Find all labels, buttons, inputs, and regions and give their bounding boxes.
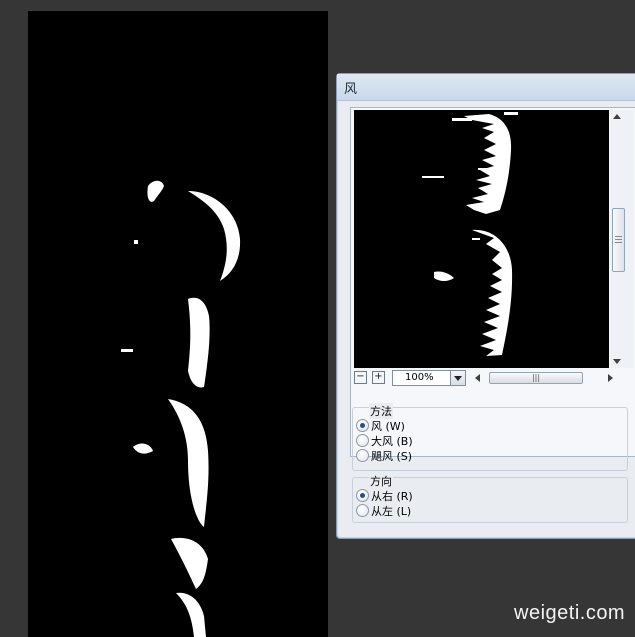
vertical-scroll-thumb[interactable] — [612, 208, 625, 272]
shape-arc-2 — [168, 399, 209, 527]
zoom-level-field[interactable]: 100% — [392, 370, 452, 386]
zoom-level-value: 100% — [405, 372, 434, 383]
direction-legend: 方向 — [369, 473, 393, 489]
radio-wind[interactable] — [356, 419, 369, 432]
shape-dot-2 — [134, 240, 138, 244]
direction-option-label: 从右 (R) — [371, 490, 413, 503]
radio-from-left[interactable] — [356, 504, 369, 517]
preview-artwork — [422, 112, 518, 356]
arrow-down-icon[interactable] — [613, 359, 621, 364]
preview-horizontal-scrollbar[interactable]: ||| — [471, 372, 613, 384]
radio-stagger[interactable] — [356, 449, 369, 462]
arrow-right-icon[interactable] — [608, 374, 613, 382]
minus-icon: − — [356, 371, 365, 382]
preview-zoom-bar: − + 100% ||| — [354, 370, 634, 386]
shape-bar-3 — [176, 592, 206, 637]
method-legend: 方法 — [369, 403, 393, 419]
filter-preview[interactable] — [354, 110, 609, 368]
dialog-title: 风 — [344, 82, 358, 97]
shape-bar-1 — [188, 297, 210, 388]
arrow-up-icon[interactable] — [613, 114, 621, 119]
wind-filter-dialog: 风 − + 100% ||| 方法 风 (W) 大风 (B) 飓风 (S) 方向… — [336, 73, 635, 539]
horizontal-scroll-thumb[interactable]: ||| — [489, 372, 583, 384]
document-canvas[interactable] — [28, 11, 328, 637]
method-group: 方法 风 (W) 大风 (B) 飓风 (S) — [352, 403, 628, 471]
method-option-label: 大风 (B) — [371, 435, 413, 448]
arrow-left-icon[interactable] — [475, 374, 480, 382]
shape-dot-4 — [133, 443, 153, 454]
preview-vertical-scrollbar[interactable] — [610, 110, 634, 368]
dialog-titlebar[interactable]: 风 — [337, 74, 635, 101]
zoom-in-button[interactable]: + — [372, 371, 385, 384]
shape-dot-1 — [147, 180, 164, 202]
direction-group: 方向 从右 (R) 从左 (L) — [352, 473, 628, 523]
direction-option-label: 从左 (L) — [371, 505, 412, 518]
zoom-out-button[interactable]: − — [354, 371, 367, 384]
preview-wind-streaks — [422, 112, 518, 356]
site-watermark: weigeti.com — [514, 602, 626, 624]
shape-arc-1 — [188, 191, 241, 281]
radio-from-right[interactable] — [356, 489, 369, 502]
plus-icon: + — [374, 371, 383, 382]
chevron-down-icon[interactable] — [450, 370, 466, 386]
method-option-label: 飓风 (S) — [371, 450, 413, 463]
method-option-label: 风 (W) — [371, 420, 405, 433]
canvas-artwork — [121, 180, 241, 637]
shape-bar-2 — [171, 537, 208, 589]
shape-dot-3 — [121, 349, 133, 352]
radio-blast[interactable] — [356, 434, 369, 447]
